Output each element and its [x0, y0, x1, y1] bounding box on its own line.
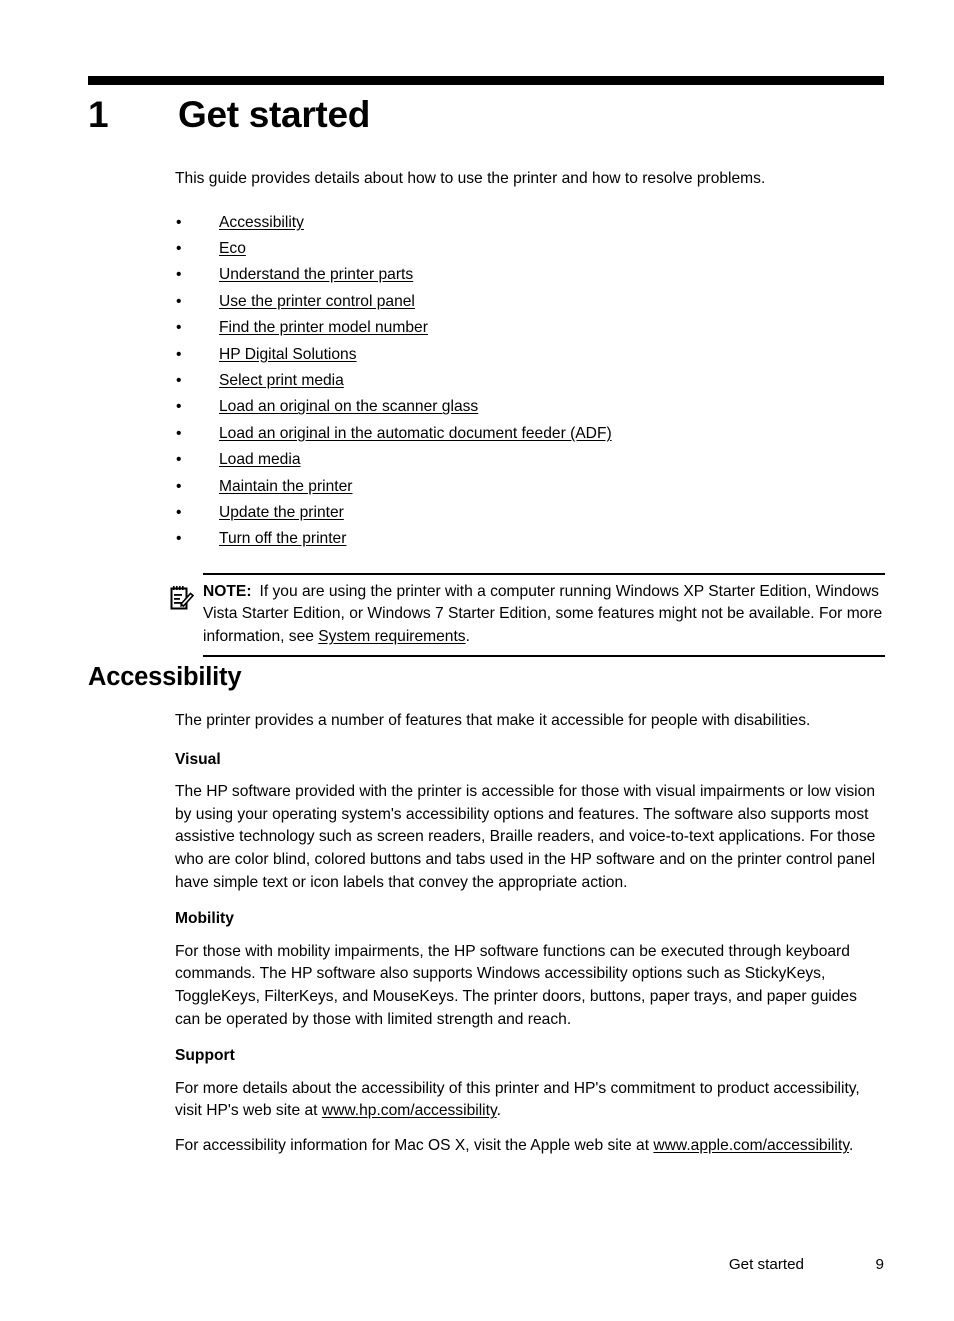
toc-link-turn-off-printer[interactable]: Turn off the printer [219, 530, 346, 547]
list-item: • HP Digital Solutions [175, 342, 885, 368]
note-bottom-rule [203, 654, 885, 657]
section-heading-accessibility: Accessibility [88, 663, 242, 691]
list-item: • Load an original in the automatic docum… [175, 421, 885, 447]
visual-paragraph: The HP software provided with the printe… [175, 783, 876, 891]
note-text: NOTE: If you are using the printer with a… [203, 575, 885, 655]
bullet-glyph: • [176, 424, 182, 442]
chapter-topic-list: • Accessibility • Eco • Understand the prin… [175, 210, 885, 553]
list-item: • Use the printer control panel [175, 289, 885, 315]
support-p2-before: For accessibility information for Mac OS… [175, 1136, 654, 1154]
toc-link-use-control-panel[interactable]: Use the printer control panel [219, 293, 415, 310]
subheading-visual: Visual [175, 750, 221, 768]
bullet-glyph: • [176, 292, 182, 310]
note-admonition: NOTE: If you are using the printer with a… [170, 572, 885, 657]
support-paragraph-1: For more details about the accessibility… [175, 1078, 885, 1123]
bullet-glyph: • [176, 266, 182, 284]
bullet-glyph: • [176, 398, 182, 416]
accessibility-intro-paragraph: The printer provides a number of feature… [175, 712, 811, 729]
toc-link-load-original-adf[interactable]: Load an original in the automatic docume… [219, 425, 612, 442]
note-label: NOTE: [203, 582, 252, 600]
note-text-after-link: . [465, 628, 470, 646]
support-paragraph-2: For accessibility information for Mac OS… [175, 1135, 885, 1158]
note-link-system-requirements[interactable]: System requirements [318, 628, 465, 645]
note-text-before-link: If you are using the printer with a comp… [203, 582, 883, 646]
toc-link-eco[interactable]: Eco [219, 240, 246, 257]
toc-link-hp-digital-solutions[interactable]: HP Digital Solutions [219, 346, 357, 363]
bullet-glyph: • [176, 319, 182, 337]
bullet-glyph: • [176, 240, 182, 257]
list-item: • Load media [175, 447, 885, 473]
intro-section: This guide provides details about how to… [170, 168, 885, 657]
bullet-glyph: • [176, 477, 182, 495]
document-page: 1 Get started This guide provides details… [0, 0, 954, 1321]
subheading-support: Support [175, 1047, 235, 1065]
bullet-glyph: • [176, 213, 182, 231]
subheading-mobility: Mobility [175, 910, 234, 928]
toc-link-load-original-scanner-glass[interactable]: Load an original on the scanner glass [219, 398, 478, 415]
list-item: • Accessibility [175, 210, 885, 236]
chapter-title-text: Get started [178, 94, 371, 135]
chapter-number: 1 [88, 94, 109, 135]
list-item: • Update the printer [175, 500, 885, 526]
list-item: • Load an original on the scanner glass [175, 394, 885, 420]
list-item: • Find the printer model number [175, 315, 885, 341]
toc-link-understand-printer-parts[interactable]: Understand the printer parts [219, 266, 413, 283]
bullet-glyph: • [176, 504, 182, 522]
toc-link-update-printer[interactable]: Update the printer [219, 504, 344, 521]
toc-link-find-model-number[interactable]: Find the printer model number [219, 319, 428, 336]
list-item: • Eco [175, 236, 885, 262]
list-item: • Maintain the printer [175, 474, 885, 500]
toc-link-select-print-media[interactable]: Select print media [219, 372, 344, 389]
chapter-rule [88, 76, 884, 85]
bullet-glyph: • [176, 345, 182, 363]
page-title: 1 Get started [88, 92, 888, 138]
mobility-paragraph: For those with mobility impairments, the… [175, 942, 857, 1028]
toc-link-load-media[interactable]: Load media [219, 451, 301, 468]
support-p1-before: For more details about the accessibility… [175, 1079, 860, 1120]
bullet-glyph: • [176, 372, 182, 390]
bullet-glyph: • [176, 530, 182, 548]
bullet-glyph: • [176, 451, 182, 469]
toc-link-accessibility[interactable]: Accessibility [219, 214, 304, 231]
support-p1-after: . [496, 1102, 501, 1120]
list-item: • Select print media [175, 368, 885, 394]
link-hp-accessibility[interactable]: www.hp.com/accessibility [322, 1102, 497, 1119]
intro-paragraph: This guide provides details about how to… [175, 170, 766, 187]
toc-link-maintain-printer[interactable]: Maintain the printer [219, 478, 352, 495]
footer-page-number: 9 [875, 1256, 884, 1273]
link-apple-accessibility[interactable]: www.apple.com/accessibility [653, 1137, 849, 1154]
note-pencil-icon [170, 585, 195, 611]
footer-chapter-label: Get started [728, 1256, 804, 1273]
support-p2-after: . [848, 1136, 854, 1154]
accessibility-section-body: The printer provides a number of feature… [175, 710, 885, 1158]
list-item: • Understand the printer parts [175, 262, 885, 288]
list-item: • Turn off the printer [175, 526, 885, 552]
